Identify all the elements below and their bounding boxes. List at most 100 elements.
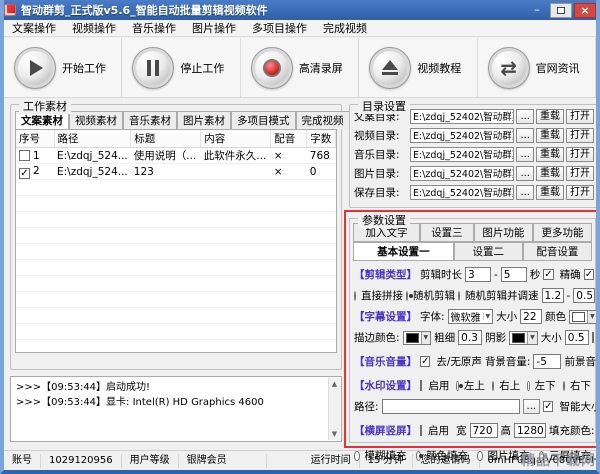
screen-enable-checkbox[interactable]	[420, 425, 422, 436]
reload-button[interactable]: 重载	[536, 109, 564, 124]
menu-item-finished[interactable]: 完成视频	[323, 20, 367, 36]
image-fill-radio[interactable]	[477, 451, 483, 461]
chevron-down-icon: ▼	[527, 332, 537, 344]
tab-music-material[interactable]: 音乐素材	[123, 111, 177, 129]
speed-max-input[interactable]	[573, 288, 595, 303]
open-button[interactable]: 打开	[566, 109, 594, 124]
stop-work-button[interactable]: 停止工作	[122, 38, 240, 97]
col-voice[interactable]: 配音	[271, 130, 307, 148]
scroll-down-icon[interactable]: ▼	[332, 429, 337, 440]
col-title[interactable]: 标题	[131, 130, 201, 148]
col-words[interactable]: 字数	[307, 130, 336, 148]
dir-row-image: 图片目录: E:\zdqj_52402\智动群剪_正式版▼ ... 重载 打开	[354, 165, 594, 181]
wm-topleft-radio[interactable]	[456, 381, 458, 391]
table-row[interactable]: ✓2 E:\zdqj_524... 123 × 0	[16, 164, 336, 180]
tab-settings-two[interactable]: 设置二	[454, 242, 523, 261]
record-icon	[251, 47, 293, 89]
tab-image-material[interactable]: 图片素材	[177, 111, 231, 129]
titlebar: 智动群剪_正式版v5.6_智能自动批量剪辑视频软件 – ×	[0, 0, 600, 20]
clip-max-input[interactable]	[501, 267, 527, 282]
blur-fill-radio[interactable]	[354, 451, 360, 461]
random-clip-radio[interactable]	[406, 291, 408, 301]
bg-volume-input[interactable]	[533, 354, 561, 369]
speed-min-input[interactable]	[542, 288, 564, 303]
reload-button[interactable]: 重载	[536, 185, 564, 200]
wm-bottomleft-radio[interactable]	[527, 381, 529, 391]
browse-button[interactable]: ...	[516, 109, 534, 124]
smart-size-checkbox[interactable]: ✓	[543, 401, 553, 412]
row-checkbox[interactable]	[19, 150, 30, 161]
wm-browse-button[interactable]: ...	[523, 399, 541, 414]
copywriting-dir-select[interactable]: E:\zdqj_52402\智动群剪_正式版▼	[410, 109, 514, 124]
start-work-button[interactable]: 开始工作	[4, 38, 122, 97]
wm-path-input[interactable]	[382, 399, 520, 414]
scroll-up-icon[interactable]: ▲	[332, 379, 337, 390]
subtitle-settings-label: 【字幕设置】	[354, 309, 417, 324]
row-checkbox[interactable]: ✓	[19, 168, 30, 179]
stroke-color-select[interactable]: ▼	[403, 331, 432, 345]
table-row[interactable]: 1 E:\zdqj_524... 使用说明（... 此软件永久... × 768	[16, 148, 336, 164]
mute-checkbox[interactable]: ✓	[420, 356, 430, 367]
font-select[interactable]: 微软雅▼	[448, 309, 494, 324]
screen-width-input[interactable]	[470, 423, 498, 438]
tab-video-material[interactable]: 视频素材	[69, 111, 123, 129]
random-clip-speed-radio[interactable]	[458, 291, 460, 301]
menu-item-copywriting[interactable]: 文案操作	[12, 20, 56, 36]
font-size-input[interactable]	[520, 309, 542, 324]
col-content[interactable]: 内容	[201, 130, 271, 148]
reload-button[interactable]: 重载	[536, 147, 564, 162]
reload-button[interactable]: 重载	[536, 128, 564, 143]
shadow-color-select[interactable]: ▼	[509, 331, 538, 345]
dir-row-music: 音乐目录: E:\zdqj_52402\智动群剪_正式版▼ ... 重载 打开	[354, 146, 594, 162]
col-index[interactable]: 序号	[16, 130, 54, 148]
reload-button[interactable]: 重载	[536, 166, 564, 181]
precise-checkbox[interactable]: ✓	[543, 269, 553, 280]
official-news-button[interactable]: ⇄ 官网资讯	[478, 38, 596, 97]
open-button[interactable]: 打开	[566, 185, 594, 200]
tab-settings-three[interactable]: 设置三	[420, 223, 474, 242]
browse-button[interactable]: ...	[516, 166, 534, 181]
menu-item-video[interactable]: 视频操作	[72, 20, 116, 36]
browse-button[interactable]: ...	[516, 185, 534, 200]
col-path[interactable]: 路径	[54, 130, 131, 148]
menu-item-image[interactable]: 图片操作	[192, 20, 236, 36]
menu-item-multiproject[interactable]: 多项目操作	[252, 20, 307, 36]
image-dir-select[interactable]: E:\zdqj_52402\智动群剪_正式版▼	[410, 166, 514, 181]
wm-bottomright-radio[interactable]	[563, 381, 565, 391]
maximize-button[interactable]	[550, 3, 572, 18]
order-checkbox[interactable]: ✓	[584, 269, 594, 280]
screen-record-button[interactable]: 高清录屏	[241, 38, 359, 97]
tab-image-function[interactable]: 图片功能	[474, 223, 533, 242]
clip-min-input[interactable]	[465, 267, 491, 282]
fill-checkbox[interactable]	[592, 332, 594, 343]
open-button[interactable]: 打开	[566, 147, 594, 162]
color-swatch	[572, 312, 585, 322]
materials-table: 序号 路径 标题 内容 配音 字数 1 E:\zdqj_524... 使用说明（…	[15, 129, 337, 353]
tab-more-functions[interactable]: 更多功能	[533, 223, 592, 242]
color-fill-radio[interactable]	[416, 451, 422, 461]
log-scrollbar[interactable]: ▲ ▼	[328, 378, 340, 440]
minimize-button[interactable]: –	[526, 3, 548, 18]
direct-splice-radio[interactable]	[354, 291, 356, 301]
watermark-enable-checkbox[interactable]	[420, 380, 422, 391]
tab-multiproject-mode[interactable]: 多项目模式	[231, 111, 296, 129]
shadow-size-input[interactable]	[565, 330, 589, 345]
video-dir-select[interactable]: E:\zdqj_52402\智动群剪_正式版▼	[410, 128, 514, 143]
browse-button[interactable]: ...	[516, 128, 534, 143]
browse-button[interactable]: ...	[516, 147, 534, 162]
save-dir-select[interactable]: E:\zdqj_52402\智动群剪_正式版▼	[410, 185, 514, 200]
tab-voice-settings[interactable]: 配音设置	[523, 242, 592, 261]
music-dir-select[interactable]: E:\zdqj_52402\智动群剪_正式版▼	[410, 147, 514, 162]
open-button[interactable]: 打开	[566, 128, 594, 143]
wm-topright-radio[interactable]	[492, 381, 494, 391]
app-window: 智动群剪_正式版v5.6_智能自动批量剪辑视频软件 – × 文案操作 视频操作 …	[0, 0, 600, 474]
open-button[interactable]: 打开	[566, 166, 594, 181]
stroke-width-input[interactable]	[458, 330, 482, 345]
tab-basic-settings-one[interactable]: 基本设置一	[353, 242, 454, 261]
screen-height-input[interactable]	[514, 423, 546, 438]
video-tutorial-button[interactable]: 视频教程	[359, 38, 477, 97]
tab-finished-video[interactable]: 完成视频	[296, 111, 350, 129]
subtitle-color-select[interactable]: ▼	[569, 310, 598, 324]
menu-item-music[interactable]: 音乐操作	[132, 20, 176, 36]
close-button[interactable]: ×	[574, 3, 596, 18]
